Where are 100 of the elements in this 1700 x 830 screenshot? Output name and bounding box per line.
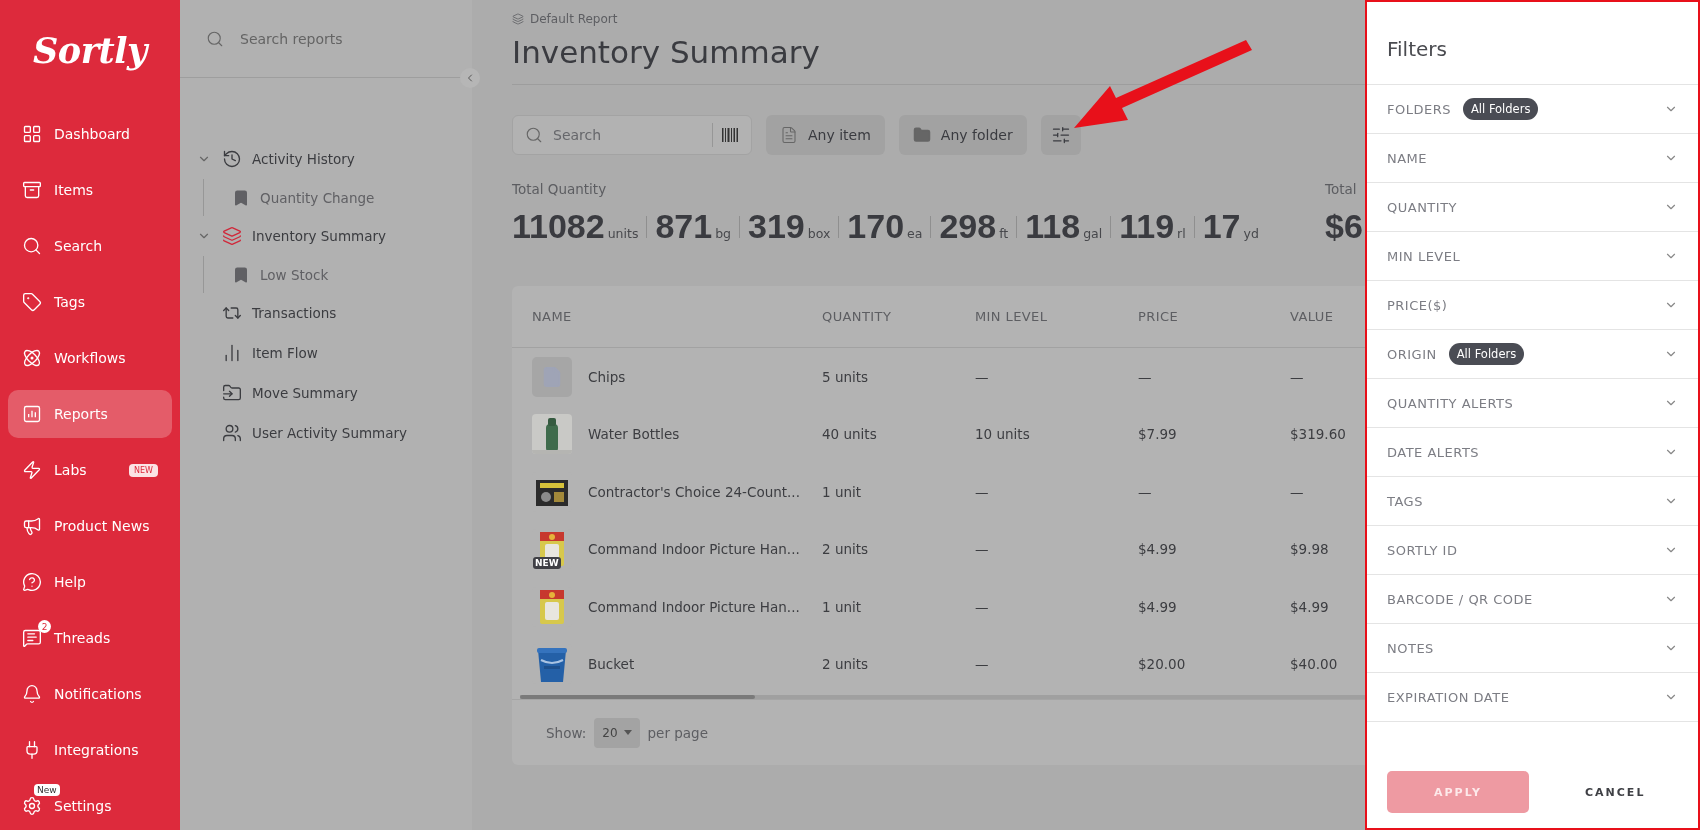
unit-label: yd — [1243, 226, 1259, 241]
filter-row[interactable]: QUANTITY — [1367, 183, 1698, 232]
table-cell-text: 2 units — [822, 540, 870, 560]
table-cell-text: 1 unit — [822, 482, 863, 502]
unit-label: ea — [907, 226, 923, 241]
table-cell-text: 40 units — [822, 425, 878, 445]
bar-chart-icon — [22, 404, 42, 424]
nav-item[interactable]: 2 Threads — [8, 614, 172, 662]
item-filter-button[interactable]: Any item — [766, 115, 885, 155]
nav-item[interactable]: Product News — [8, 502, 172, 550]
table-cell-text: $9.98 — [1290, 540, 1330, 560]
collapse-button[interactable] — [460, 68, 480, 88]
layers-icon — [512, 13, 524, 25]
search-input[interactable]: Search — [551, 126, 704, 144]
unit-label: bg — [715, 226, 731, 241]
search-field[interactable]: Search — [512, 115, 752, 155]
chat-icon — [22, 628, 42, 648]
filter-row[interactable]: BARCODE / QR CODE — [1367, 575, 1698, 624]
panel-title: Filters — [1367, 2, 1698, 85]
nav-item[interactable]: Labs NEW — [8, 446, 172, 494]
search-field[interactable]: Search reports — [238, 29, 438, 48]
filter-row[interactable]: DATE ALERTS — [1367, 428, 1698, 477]
unit-label: rl — [1177, 226, 1186, 241]
item-name[interactable]: Chips — [588, 368, 626, 385]
document-icon — [780, 126, 798, 144]
table-cell-text: $20.00 — [1138, 655, 1187, 675]
tree-item[interactable]: Item Flow — [196, 333, 472, 373]
scrollbar-thumb[interactable] — [520, 695, 755, 699]
tree-item[interactable]: Quantity Change — [232, 179, 472, 216]
nav-item[interactable]: Reports — [8, 390, 172, 438]
filter-row[interactable]: SORTLY ID — [1367, 526, 1698, 575]
per-page-label: per page — [647, 724, 708, 741]
column-header: PRICE — [1138, 286, 1290, 348]
item-name[interactable]: Contractor's Choice 24-Count... — [588, 483, 800, 500]
filter-row[interactable]: ORIGIN All Folders — [1367, 330, 1698, 379]
nav-item[interactable]: New Settings — [8, 782, 172, 830]
table-cell-text: $4.99 — [1138, 597, 1178, 617]
lightning-icon — [22, 460, 42, 480]
folder-icon — [912, 126, 931, 144]
tree-item[interactable]: Transactions — [196, 293, 472, 333]
quantity-value: 11082 — [512, 207, 605, 246]
column-header: QUANTITY — [822, 286, 975, 348]
nav-item[interactable]: Items — [8, 166, 172, 214]
search-icon — [206, 29, 224, 48]
table-cell-text: 2 units — [822, 655, 870, 675]
nav-item[interactable]: Search — [8, 222, 172, 270]
filter-row[interactable]: NAME — [1367, 134, 1698, 183]
nav-item[interactable]: Workflows — [8, 334, 172, 382]
column-header: NAME — [512, 286, 822, 348]
table-cell-text: $7.99 — [1138, 425, 1178, 445]
filter-row[interactable]: NOTES — [1367, 624, 1698, 673]
cancel-button[interactable]: CANCEL — [1579, 784, 1652, 800]
atom-icon — [22, 348, 42, 368]
unit-label: ft — [999, 226, 1009, 241]
bookmark-icon — [232, 265, 250, 284]
filter-chip: All Folders — [1462, 98, 1539, 120]
nav-item[interactable]: Dashboard — [8, 110, 172, 158]
nav-item[interactable]: Help — [8, 558, 172, 606]
tag-icon — [22, 292, 42, 312]
quantity-value: 170 — [847, 207, 905, 246]
tree-item[interactable]: Low Stock — [232, 256, 472, 293]
nav-item[interactable]: Notifications — [8, 670, 172, 718]
table-cell-text: — — [1290, 482, 1305, 502]
unit-label: box — [807, 226, 831, 241]
table-cell-text: — — [1290, 367, 1305, 387]
page-size-dropdown[interactable]: 20 — [594, 717, 640, 748]
table-cell-text: — — [975, 540, 990, 560]
quantity-value: 298 — [939, 207, 997, 246]
new-badge: NEW — [129, 463, 158, 477]
table-cell-text: 5 units — [822, 367, 870, 387]
breadcrumb[interactable]: Default Report — [530, 12, 618, 26]
tree-item[interactable]: Move Summary — [196, 373, 472, 413]
stat-label: Total Quantity — [512, 181, 608, 197]
filter-row[interactable]: FOLDERS All Folders — [1367, 85, 1698, 134]
item-name[interactable]: Command Indoor Picture Han... — [588, 541, 800, 558]
tree-item[interactable]: User Activity Summary — [196, 413, 472, 453]
filter-row[interactable]: MIN LEVEL — [1367, 232, 1698, 281]
unit-label: gal — [1083, 226, 1103, 241]
item-name[interactable]: Command Indoor Picture Han... — [588, 598, 800, 615]
count-badge: 2 — [38, 620, 51, 633]
nav-item[interactable]: Tags — [8, 278, 172, 326]
quantity-value: 17 — [1202, 207, 1241, 246]
filter-row[interactable]: QUANTITY ALERTS — [1367, 379, 1698, 428]
table-cell-text: 10 units — [975, 425, 1031, 445]
nav-item[interactable]: Integrations — [8, 726, 172, 774]
table-cell-text: $319.60 — [1290, 425, 1347, 445]
folder-filter-button[interactable]: Any folder — [898, 115, 1027, 155]
item-name[interactable]: Water Bottles — [588, 426, 680, 443]
tree-item[interactable]: Inventory Summary — [196, 216, 472, 256]
filter-row[interactable]: TAGS — [1367, 477, 1698, 526]
filter-row[interactable]: PRICE($) — [1367, 281, 1698, 330]
tree-item[interactable]: Activity History — [196, 139, 472, 179]
table-cell-text: — — [1138, 482, 1153, 502]
filter-button[interactable] — [1040, 115, 1081, 155]
table-cell-text: — — [975, 367, 990, 387]
barcode-icon[interactable] — [721, 126, 739, 144]
table-cell-text: — — [975, 597, 990, 617]
item-name[interactable]: Bucket — [588, 656, 635, 673]
filter-row[interactable]: EXPIRATION DATE — [1367, 673, 1698, 722]
new-badge: NEW — [533, 557, 561, 570]
